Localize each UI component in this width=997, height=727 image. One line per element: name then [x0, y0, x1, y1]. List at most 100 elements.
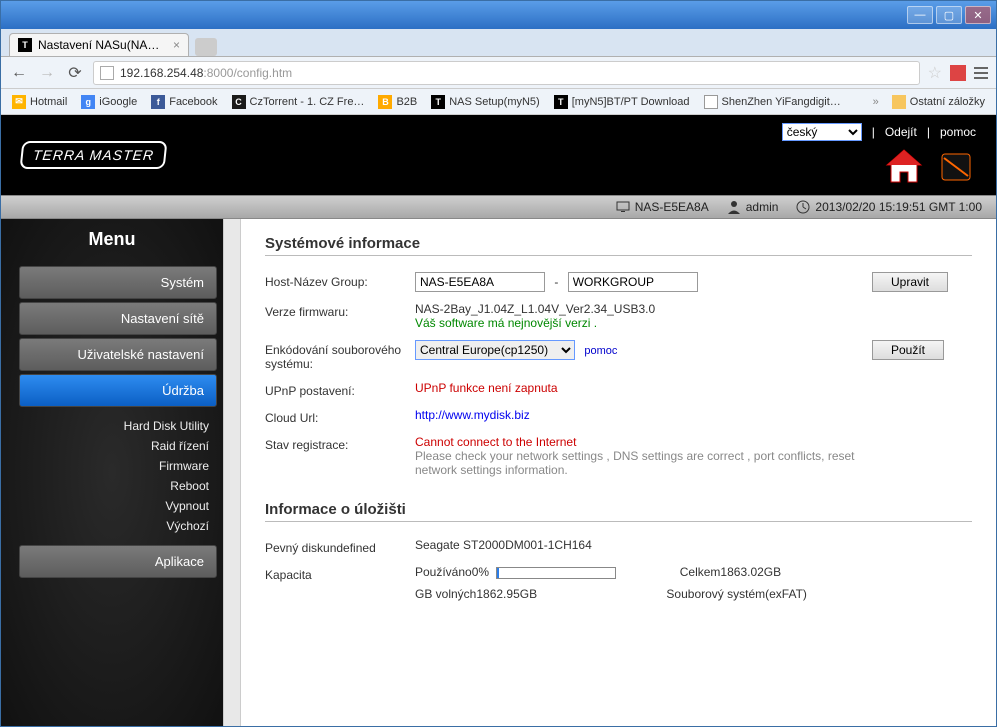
language-select[interactable]: český [782, 123, 862, 141]
status-datetime: 2013/02/20 15:19:51 GMT 1:00 [796, 200, 982, 214]
usage-bar [496, 567, 616, 579]
host-input[interactable] [415, 272, 545, 292]
logo: TERRA MASTER [20, 141, 168, 169]
favicon-icon: T [18, 38, 32, 52]
close-tab-icon[interactable]: × [173, 38, 180, 52]
reg-error: Cannot connect to the Internet [415, 435, 872, 449]
url-input[interactable]: 192.168.254.48:8000/config.htm [93, 61, 920, 85]
left-scrollbar[interactable] [223, 219, 241, 726]
menu-system[interactable]: Systém [19, 266, 217, 299]
host-label: Host-Název Group: [265, 272, 415, 289]
address-bar: ← → ⟳ 192.168.254.48:8000/config.htm ☆ [1, 57, 996, 89]
submenu-raid[interactable]: Raid řízení [1, 436, 209, 456]
upnp-value: UPnP funkce není zapnuta [415, 381, 872, 395]
encoding-help-link[interactable]: pomoc [584, 345, 617, 357]
reg-message: Please check your network settings , DNS… [415, 449, 872, 477]
fw-label: Verze firmwaru: [265, 302, 415, 319]
status-user: admin [727, 200, 779, 214]
maximize-button[interactable]: ▢ [936, 6, 962, 24]
menu-title: Menu [1, 229, 223, 250]
storage-heading: Informace o úložišti [265, 501, 972, 522]
nas-header: TERRA MASTER český | Odejít | pomoc [1, 115, 996, 195]
bookmark-hotmail[interactable]: ✉Hotmail [7, 93, 72, 111]
logout-link[interactable]: Odejít [885, 125, 917, 139]
status-device: NAS-E5EA8A [616, 200, 709, 214]
total-capacity: Celkem1863.02GB [680, 565, 880, 579]
disk-value: Seagate ST2000DM001-1CH164 [415, 538, 972, 552]
bookmark-b2b[interactable]: BB2B [373, 93, 422, 111]
enc-label: Enkódování souborového systému: [265, 340, 415, 371]
bookmark-shenzhen[interactable]: ShenZhen YiFangdigit… [699, 93, 846, 111]
encoding-select[interactable]: Central Europe(cp1250) [415, 340, 575, 360]
url-port: :8000 [203, 66, 233, 80]
clock-icon [796, 200, 810, 214]
fw-status: Váš software má nejnovější verzi . [415, 316, 872, 330]
nas-icon: T [554, 95, 568, 109]
bookmark-facebook[interactable]: fFacebook [146, 93, 222, 111]
monitor-icon [616, 200, 630, 214]
forward-button[interactable]: → [37, 64, 57, 82]
url-path: /config.htm [233, 66, 292, 80]
menu-users[interactable]: Uživatelské nastavení [19, 338, 217, 371]
bookmark-cztorrent[interactable]: CCzTorrent - 1. CZ Fre… [227, 93, 370, 111]
bookmark-nassetup[interactable]: TNAS Setup(myN5) [426, 93, 544, 111]
home-icon[interactable] [884, 148, 924, 189]
reg-label: Stav registrace: [265, 435, 415, 452]
submenu-firmware[interactable]: Firmware [1, 456, 209, 476]
used-label: Používáno0% [415, 565, 489, 579]
disk-icon[interactable] [936, 148, 976, 189]
submenu-maintenance: Hard Disk Utility Raid řízení Firmware R… [1, 410, 223, 542]
free-capacity: GB volných1862.95GB [415, 587, 537, 601]
menu-maintenance[interactable]: Údržba [19, 374, 217, 407]
capacity-label: Kapacita [265, 565, 415, 582]
menu-apps[interactable]: Aplikace [19, 545, 217, 578]
bookmark-star-icon[interactable]: ☆ [928, 63, 942, 83]
tab-bar: T Nastavení NASu(NAS-E5EA8… × [1, 29, 996, 57]
filesystem: Souborový systém(exFAT) [666, 587, 866, 601]
bookmark-myn5[interactable]: T[myN5]BT/PT Download [549, 93, 695, 111]
group-input[interactable] [568, 272, 698, 292]
reload-button[interactable]: ⟳ [65, 63, 85, 83]
edit-button[interactable]: Upravit [872, 272, 948, 292]
sidebar: Menu Systém Nastavení sítě Uživatelské n… [1, 219, 223, 726]
bookmarks-overflow-icon[interactable]: » [869, 96, 883, 108]
status-bar: NAS-E5EA8A admin 2013/02/20 15:19:51 GMT… [1, 195, 996, 219]
hotmail-icon: ✉ [12, 95, 26, 109]
apply-button[interactable]: Použít [872, 340, 944, 360]
facebook-icon: f [151, 95, 165, 109]
page-icon [100, 66, 114, 80]
minimize-button[interactable]: — [907, 6, 933, 24]
cloud-label: Cloud Url: [265, 408, 415, 425]
browser-tab[interactable]: T Nastavení NASu(NAS-E5EA8… × [9, 33, 189, 56]
help-link[interactable]: pomoc [940, 125, 976, 139]
submenu-reboot[interactable]: Reboot [1, 476, 209, 496]
submenu-default[interactable]: Výchozí [1, 516, 209, 536]
bookmarks-bar: ✉Hotmail giGoogle fFacebook CCzTorrent -… [1, 89, 996, 115]
back-button[interactable]: ← [9, 64, 29, 82]
window-titlebar: — ▢ ✕ [1, 1, 996, 29]
sysinfo-heading: Systémové informace [265, 235, 972, 256]
tab-title: Nastavení NASu(NAS-E5EA8… [38, 38, 167, 52]
bookmark-other[interactable]: Ostatní záložky [887, 93, 990, 111]
close-window-button[interactable]: ✕ [965, 6, 991, 24]
b2b-icon: B [378, 95, 392, 109]
fw-value: NAS-2Bay_J1.04Z_L1.04V_Ver2.34_USB3.0 [415, 302, 872, 316]
submenu-hdd[interactable]: Hard Disk Utility [1, 416, 209, 436]
submenu-shutdown[interactable]: Vypnout [1, 496, 209, 516]
nas-icon: T [431, 95, 445, 109]
new-tab-button[interactable] [195, 38, 217, 56]
user-icon [727, 200, 741, 214]
content-area: Systémové informace Host-Název Group: - … [241, 219, 996, 726]
doc-icon [704, 95, 718, 109]
menu-network[interactable]: Nastavení sítě [19, 302, 217, 335]
cztorrent-icon: C [232, 95, 246, 109]
igoogle-icon: g [81, 95, 95, 109]
upnp-label: UPnP postavení: [265, 381, 415, 398]
folder-icon [892, 95, 906, 109]
extension-icon[interactable] [950, 65, 966, 81]
cloud-url-link[interactable]: http://www.mydisk.biz [415, 408, 530, 422]
disk-label: Pevný diskundefined [265, 538, 415, 555]
url-host: 192.168.254.48 [120, 66, 203, 80]
chrome-menu-icon[interactable] [974, 67, 988, 79]
bookmark-igoogle[interactable]: giGoogle [76, 93, 142, 111]
